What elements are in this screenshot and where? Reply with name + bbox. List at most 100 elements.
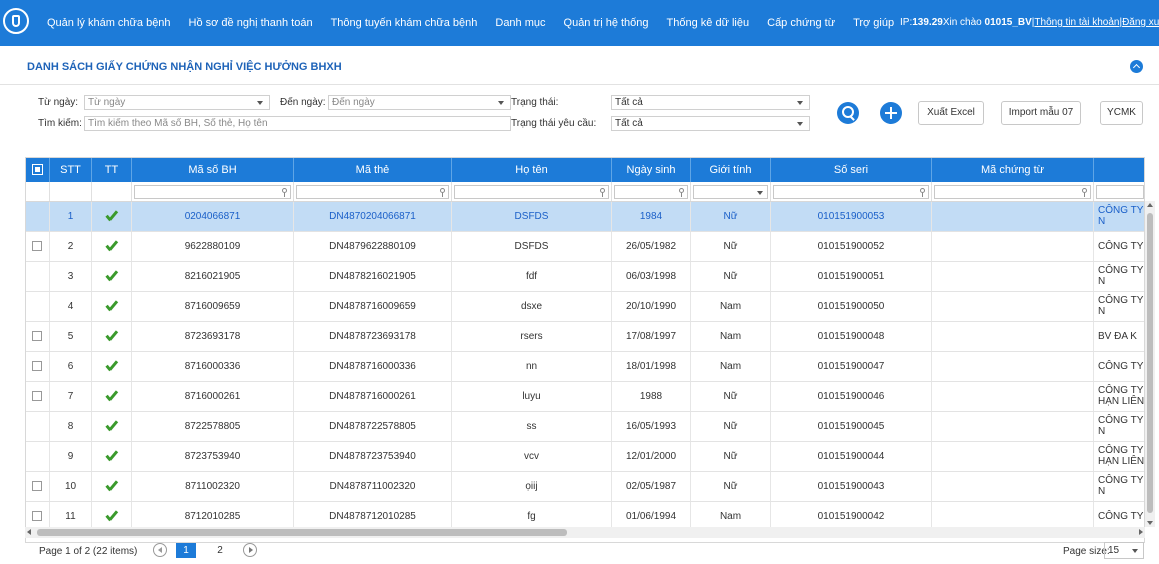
table-row[interactable]: 6 8716000336 DN4878716000336 nn 18/01/1998 Na… <box>26 352 1144 382</box>
from-date-input[interactable]: Từ ngày <box>84 95 270 110</box>
page-2-button[interactable]: 2 <box>214 543 226 558</box>
filter-cell <box>26 182 50 201</box>
status-select[interactable]: Tất cả <box>611 95 810 110</box>
vertical-scrollbar[interactable] <box>1145 201 1155 527</box>
request-status-select[interactable]: Tất cả <box>611 116 810 131</box>
export-excel-button[interactable]: Xuất Excel <box>918 101 984 125</box>
menu-item-thong-ke[interactable]: Thống kê dữ liệu <box>667 17 750 29</box>
menu-item-ho-so-thanh-toan[interactable]: Hồ sơ đề nghị thanh toán <box>189 17 313 29</box>
horizontal-scrollbar[interactable] <box>25 527 1145 538</box>
prev-page-icon[interactable] <box>153 543 167 557</box>
col-header-ma-so-bh[interactable]: Mã số BH <box>132 158 294 182</box>
add-button[interactable] <box>880 102 902 124</box>
search-button[interactable] <box>837 102 859 124</box>
filter-input-ngay-sinh[interactable] <box>614 185 688 199</box>
table-row[interactable]: 5 8723693178 DN4878723693178 rsers 17/08/199… <box>26 322 1144 352</box>
cell-ma-so-bh: 8716000336 <box>132 352 294 381</box>
to-date-input[interactable]: Đến ngày <box>328 95 511 110</box>
cell-so-seri: 010151900043 <box>771 472 932 501</box>
scroll-left-icon[interactable] <box>27 529 31 535</box>
col-header-ngay-sinh[interactable]: Ngày sinh <box>612 158 691 182</box>
cell-tt <box>92 352 132 381</box>
from-date-placeholder: Từ ngày <box>88 97 126 108</box>
cell-ngay-sinh: 12/01/2000 <box>612 442 691 471</box>
filter-input-extra[interactable] <box>1096 185 1144 199</box>
col-header-gioi-tinh[interactable]: Giới tính <box>691 158 771 182</box>
select-all-checkbox[interactable] <box>32 164 43 175</box>
table-row[interactable]: 2 9622880109 DN4879622880109 DSFDS 26/05/198… <box>26 232 1144 262</box>
next-page-icon[interactable] <box>243 543 257 557</box>
filter-icon[interactable] <box>679 188 684 197</box>
cell-so-seri: 010151900051 <box>771 262 932 291</box>
cell-select <box>26 382 50 411</box>
table-row[interactable]: 3 8216021905 DN4878216021905 fdf 06/03/1998 N… <box>26 262 1144 292</box>
table-row[interactable]: 7 8716000261 DN4878716000261 luyu 1988 Nữ 0101… <box>26 382 1144 412</box>
cell-select <box>26 352 50 381</box>
import-template-button[interactable]: Import mẫu 07 <box>1001 101 1081 125</box>
cell-stt: 4 <box>50 292 92 321</box>
search-input[interactable]: Tìm kiếm theo Mã số BH, Số thẻ, Họ tên <box>84 116 511 131</box>
check-icon <box>106 270 117 281</box>
table-row[interactable]: 8 8722578805 DN4878722578805 ss 16/05/1993 Nữ… <box>26 412 1144 442</box>
row-checkbox[interactable] <box>32 241 42 251</box>
col-header-stt[interactable]: STT <box>50 158 92 182</box>
cell-gioi-tinh: Nữ <box>691 442 771 471</box>
row-checkbox[interactable] <box>32 331 42 341</box>
scroll-down-icon[interactable] <box>1147 521 1153 525</box>
row-checkbox[interactable] <box>32 481 42 491</box>
filter-select-gioi-tinh[interactable] <box>693 185 768 199</box>
filter-icon[interactable] <box>282 188 287 197</box>
page-1-button[interactable]: 1 <box>176 543 196 558</box>
menu-item-quan-ly-kcb[interactable]: Quản lý khám chữa bệnh <box>47 17 171 29</box>
scroll-thumb[interactable] <box>37 529 567 536</box>
cell-gioi-tinh: Nữ <box>691 202 771 231</box>
logout-link[interactable]: Đăng xuất <box>1122 17 1159 28</box>
menu-item-thong-tuyen[interactable]: Thông tuyến khám chữa bệnh <box>331 17 478 29</box>
col-header-tt[interactable]: TT <box>92 158 132 182</box>
cell-company: CÔNG TY N <box>1094 202 1144 231</box>
menu-item-cap-chung-tu[interactable]: Cấp chứng từ <box>767 17 835 29</box>
cell-so-seri: 010151900052 <box>771 232 932 261</box>
filter-input-ma-the[interactable] <box>296 185 449 199</box>
cell-so-seri: 010151900045 <box>771 412 932 441</box>
row-checkbox[interactable] <box>32 361 42 371</box>
col-header-ho-ten[interactable]: Họ tên <box>452 158 612 182</box>
company-line: CÔNG TY <box>1098 385 1144 396</box>
menu-item-danh-muc[interactable]: Danh mục <box>495 17 545 29</box>
scroll-thumb[interactable] <box>1147 213 1153 513</box>
filter-icon[interactable] <box>1082 188 1087 197</box>
table-row[interactable]: 4 8716009659 DN4878716009659 dsxe 20/10/1990… <box>26 292 1144 322</box>
menu-item-quan-tri[interactable]: Quản trị hệ thống <box>564 17 649 29</box>
vss-logo-icon[interactable] <box>3 8 29 34</box>
cell-ma-so-bh: 8711002320 <box>132 472 294 501</box>
filter-input-so-seri[interactable] <box>773 185 929 199</box>
filter-input-ho-ten[interactable] <box>454 185 609 199</box>
chevron-up-icon[interactable] <box>1130 60 1143 73</box>
table-row[interactable]: 1 0204066871 DN4870204066871 DSFDS 1984 Nữ 010… <box>26 202 1144 232</box>
page-size-select[interactable]: 15 <box>1104 542 1144 559</box>
row-checkbox[interactable] <box>32 511 42 521</box>
filter-input-ma-chung-tu[interactable] <box>934 185 1091 199</box>
ycmk-button[interactable]: YCMK <box>1100 101 1143 125</box>
col-header-so-seri[interactable]: Số seri <box>771 158 932 182</box>
row-checkbox[interactable] <box>32 391 42 401</box>
filter-icon[interactable] <box>920 188 925 197</box>
cell-ma-so-bh: 8716009659 <box>132 292 294 321</box>
table-row[interactable]: 10 8711002320 DN4878711002320 ọiij 02/05/198… <box>26 472 1144 502</box>
scroll-up-icon[interactable] <box>1147 203 1153 207</box>
filter-icon[interactable] <box>440 188 445 197</box>
scroll-right-icon[interactable] <box>1139 529 1143 535</box>
cell-so-seri: 010151900050 <box>771 292 932 321</box>
table-row[interactable]: 9 8723753940 DN4878723753940 vcv 12/01/2000 N… <box>26 442 1144 472</box>
col-header-ma-the[interactable]: Mã thẻ <box>294 158 452 182</box>
cell-ho-ten: DSFDS <box>452 202 612 231</box>
filter-input-ma-so-bh[interactable] <box>134 185 291 199</box>
col-header-ma-chung-tu[interactable]: Mã chứng từ <box>932 158 1094 182</box>
filter-icon[interactable] <box>600 188 605 197</box>
cell-select <box>26 202 50 231</box>
cell-ho-ten: fdf <box>452 262 612 291</box>
account-link[interactable]: Thông tin tài khoản <box>1034 17 1119 28</box>
menu-item-tro-giup[interactable]: Trợ giúp <box>853 17 894 29</box>
select-all-cell[interactable] <box>26 158 50 182</box>
cell-ho-ten: ọiij <box>452 472 612 501</box>
